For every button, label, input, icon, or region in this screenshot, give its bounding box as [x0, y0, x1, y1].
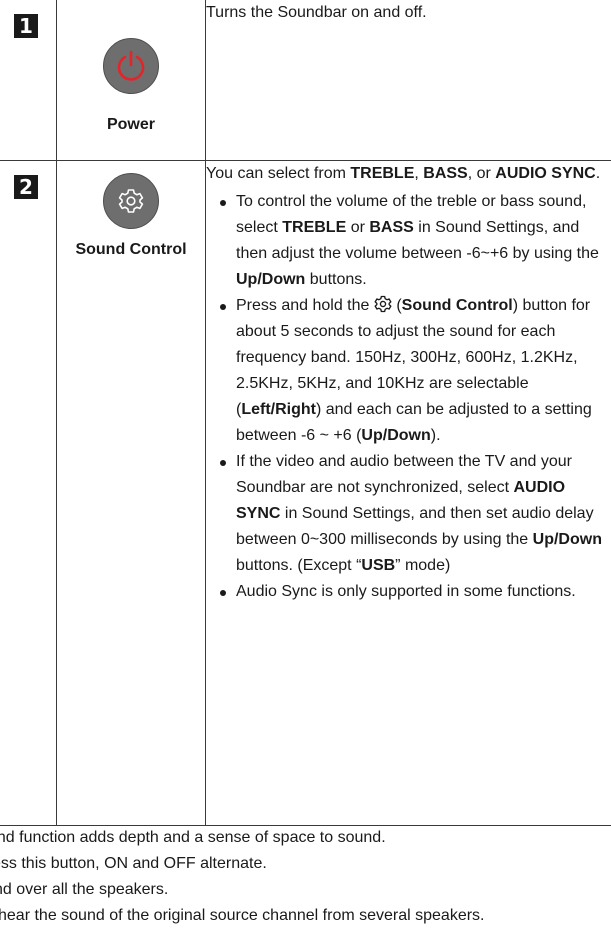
row-number-badge: 2	[14, 174, 38, 199]
bullet-list: To control the volume of the treble or b…	[206, 189, 611, 605]
feature-table: 1 Power Turns the Soundbar on and off. 2	[0, 0, 611, 826]
button-cell: Power	[56, 0, 206, 161]
truncated-text-block: und function adds depth and a sense of s…	[0, 825, 611, 929]
description-text: Turns the Soundbar on and off.	[206, 4, 427, 21]
sound-control-button	[103, 172, 159, 229]
text-line: und function adds depth and a sense of s…	[0, 829, 386, 846]
row-number-badge: 1	[14, 14, 38, 38]
table-row: 2 Sound Control You can select from TREB…	[0, 159, 611, 826]
list-item: Audio Sync is only supported in some fun…	[220, 579, 611, 605]
text-line: ess this button, ON and OFF alternate.	[0, 855, 267, 872]
button-label: Sound Control	[75, 240, 187, 258]
gear-icon	[374, 295, 392, 312]
list-item: If the video and audio between the TV an…	[220, 449, 611, 579]
list-item: Press and hold the (Sound Control) butto…	[220, 293, 611, 449]
description-cell: Turns the Soundbar on and off.	[205, 0, 611, 161]
row-number-cell: 1	[0, 0, 57, 161]
text-line: hear the sound of the original source ch…	[0, 907, 485, 924]
gear-icon	[118, 188, 144, 213]
table-row: 1 Power Turns the Soundbar on and off.	[0, 0, 611, 161]
power-button	[103, 38, 159, 94]
list-item: To control the volume of the treble or b…	[220, 189, 611, 293]
button-cell: Sound Control	[56, 159, 206, 826]
description-intro: You can select from TREBLE, BASS, or AUD…	[206, 164, 601, 182]
text-line: nd over all the speakers.	[0, 881, 169, 898]
row-number-cell: 2	[0, 159, 57, 826]
power-icon	[117, 50, 145, 81]
description-cell: You can select from TREBLE, BASS, or AUD…	[205, 159, 611, 826]
button-label: Power	[106, 116, 155, 133]
